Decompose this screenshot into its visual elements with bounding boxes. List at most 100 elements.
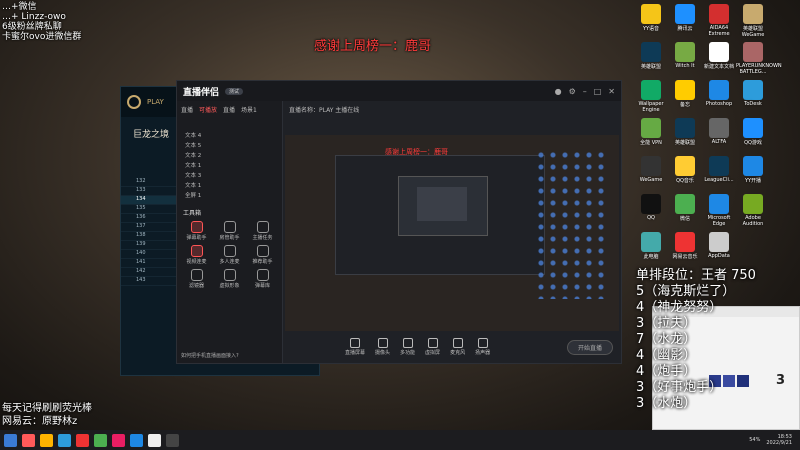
desktop-icon[interactable]: 备忘 [668,78,702,108]
tool-recommend[interactable]: 推荐助手 [247,245,278,265]
desktop-icon[interactable]: 英雄联盟 [668,116,702,146]
desktop-icon[interactable]: YY开播 [736,154,770,184]
desktop-icon[interactable]: AIDA64 Extreme [702,2,736,37]
taskbar-app-icon[interactable] [22,433,35,447]
desktop-icon[interactable]: Witch It [668,40,702,69]
control-virtual[interactable]: 虚拟屏 [425,338,440,356]
preview-icon-grid [535,149,609,299]
tool-filter[interactable]: 滤镜器 [181,269,212,289]
desktop-icon[interactable]: Adobe Audition [736,192,770,227]
tab-live[interactable]: 直播 [181,105,193,114]
tool-room-admin[interactable]: 房管助手 [214,221,245,241]
titlebar-icons: ● ⚙ – □ ✕ [555,87,615,96]
user-avatar-icon[interactable]: ● [555,87,562,96]
desktop-icon[interactable]: 网易云音乐 [668,230,702,260]
tab-live-2[interactable]: 直播 [223,105,235,114]
control-mic[interactable]: 麦克风 [450,338,465,356]
desktop-icon-label: 腾讯云 [677,26,693,32]
app-icon [709,118,729,138]
desktop-icon-label: Photoshop [705,101,733,107]
source-item[interactable]: 文本 1 [177,180,282,190]
source-item[interactable]: 文本 4 [177,130,282,140]
battery-level[interactable]: 54% [749,437,760,443]
taskbar-app-icon[interactable] [76,433,89,447]
desktop-icon[interactable]: 全能 VPN [634,116,668,146]
recommend-icon [256,245,269,257]
desktop-icon[interactable]: 新建文本文档 [702,40,736,70]
app-icon [641,80,661,100]
avatar-icon [223,269,236,281]
app-icon [743,156,763,176]
overlay-line-4: 卡蜜尔ovo进微信群 [2,32,82,42]
desktop-icon[interactable]: Wallpaper Engine [634,78,668,113]
tool-video-link[interactable]: 视频连麦 [181,245,212,265]
control-multi[interactable]: 多功能 [400,338,415,356]
desktop-icon[interactable]: YY语音 [634,2,668,32]
desktop-icon[interactable]: Microsoft Edge [702,192,736,227]
start-stream-button[interactable]: 开始直播 [566,339,613,355]
desktop-icon[interactable]: 微信 [668,192,702,222]
streaming-app-window[interactable]: 直播伴侣 测试 ● ⚙ – □ ✕ 直播 可播放 直播 场景1 文本 4 文本 … [176,80,622,364]
desktop-icon[interactable]: Photoshop [702,78,736,107]
minimize-icon[interactable]: – [583,87,587,96]
desktop-icon[interactable]: 英雄联盟 [634,40,668,70]
nested-preview-inner [398,176,488,236]
desktop-icon[interactable]: AppData [702,230,736,259]
tool-avatar[interactable]: 虚拟形象 [214,269,245,289]
tool-danmu-lib[interactable]: 弹幕库 [247,269,278,289]
desktop-icon-label: Witch It [675,63,695,69]
toolbox-grid: 弹幕助手 房管助手 主播任务 视频连麦 多人连麦 推荐助手 滤镜器 虚拟形象 弹… [177,221,282,289]
source-item[interactable]: 文本 2 [177,150,282,160]
control-camera[interactable]: 摄像头 [375,338,390,356]
desktop-icon[interactable]: ToDesk [736,78,770,107]
app-icon [675,4,695,24]
source-item[interactable]: 全屏 1 [177,190,282,200]
taskbar-app-icon[interactable] [94,433,107,447]
source-list: 文本 4 文本 5 文本 2 文本 1 文本 3 文本 1 全屏 1 [177,130,282,200]
desktop-icon[interactable]: QQ [634,192,668,221]
tab-scene-1[interactable]: 场景1 [241,105,257,114]
room-admin-icon [223,221,236,233]
taskbar-app-icon[interactable] [40,433,53,447]
clock[interactable]: 18:53 2022/9/21 [766,434,792,446]
stream-info: 直播名称：PLAY 主播在线 [289,107,360,114]
taskbar-app-icon[interactable] [166,433,179,447]
source-item[interactable]: 文本 5 [177,140,282,150]
taskbar-app-icon[interactable] [148,433,161,447]
desktop-icon[interactable]: LeagueCli... [702,154,736,183]
desktop-icon[interactable]: PLAYERUNKNOWN BATTLEG... [736,40,782,75]
tool-multi-link[interactable]: 多人连麦 [214,245,245,265]
desktop-icon-label: 微信 [679,216,690,222]
desktop-icon[interactable]: 腾讯云 [668,2,702,32]
desktop-icon-label: ALTFA [711,139,727,145]
desktop-icon-label: LeagueCli... [704,177,734,183]
source-item[interactable]: 文本 1 [177,160,282,170]
control-screen[interactable]: 直播屏幕 [345,338,365,356]
desktop-icon[interactable]: 此电脑 [634,230,668,260]
desktop-icon[interactable]: WeGame [634,154,668,183]
taskbar-app-icon[interactable] [130,433,143,447]
desktop-icon[interactable]: 英雄联盟WeGame [736,2,770,38]
source-item[interactable]: 文本 3 [177,170,282,180]
close-icon[interactable]: ✕ [608,87,615,96]
multi-icon [402,338,413,348]
tool-danmu[interactable]: 弹幕助手 [181,221,212,241]
bottom-left-line-1: 每天记得刷刷荧光棒 [2,403,92,414]
desktop-icon-label: QQ [647,215,655,221]
tab-playable[interactable]: 可播放 [199,105,217,114]
footer-hint[interactable]: 如何把手机直播画面接入? [181,352,239,359]
taskbar-app-icon[interactable] [112,433,125,447]
control-speaker[interactable]: 扬声器 [475,338,490,356]
start-icon[interactable] [4,433,17,447]
desktop-icon[interactable]: ALTFA [702,116,736,145]
settings-icon[interactable]: ⚙ [569,87,576,96]
maximize-icon[interactable]: □ [594,87,602,96]
taskbar-app-icon[interactable] [58,433,71,447]
tool-streamer-tasks[interactable]: 主播任务 [247,221,278,241]
scene-panel: 直播 可播放 直播 场景1 文本 4 文本 5 文本 2 文本 1 文本 3 文… [177,101,283,363]
desktop-icon[interactable]: QQ游戏 [736,116,770,146]
desktop-icon[interactable]: QQ音乐 [668,154,702,184]
app-icon [641,42,661,62]
lol-play-label[interactable]: PLAY [147,98,164,106]
app-icon [641,194,661,214]
